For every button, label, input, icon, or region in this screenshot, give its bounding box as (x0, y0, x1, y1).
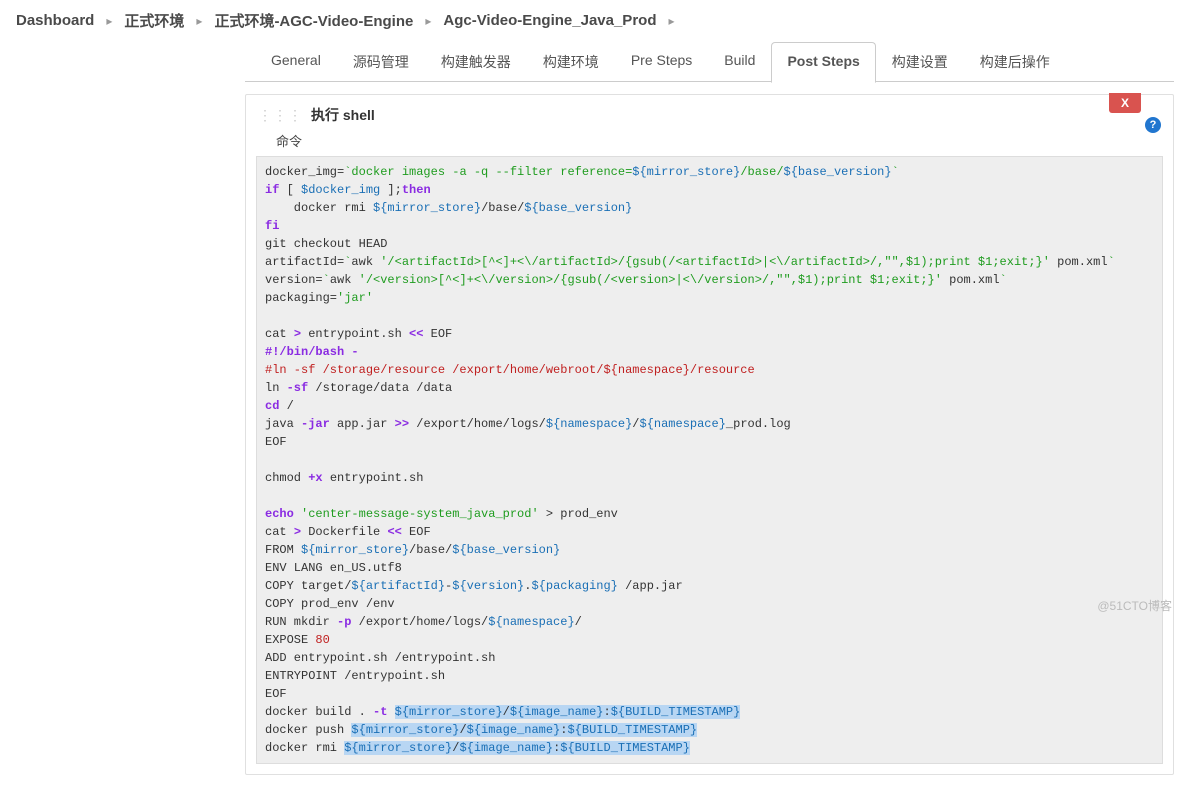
breadcrumb-item[interactable]: Agc-Video-Engine_Java_Prod (443, 12, 656, 29)
chevron-right-icon: ▸ (425, 14, 431, 28)
step-title: 执行 shell (311, 105, 375, 125)
breadcrumb-item[interactable]: Dashboard (16, 12, 94, 29)
tab-post-build[interactable]: 构建后操作 (964, 41, 1066, 82)
shell-command-textarea[interactable]: docker_img=`docker images -a -q --filter… (256, 156, 1163, 764)
help-icon[interactable]: ? (1145, 117, 1161, 133)
chevron-right-icon: ▸ (196, 14, 202, 28)
tab-build[interactable]: Build (708, 41, 771, 82)
drag-handle-icon[interactable]: ⋮⋮⋮ (258, 107, 303, 124)
tab-build-env[interactable]: 构建环境 (527, 41, 615, 82)
delete-step-button[interactable]: X (1109, 93, 1141, 113)
chevron-right-icon: ▸ (106, 14, 112, 28)
tab-build-settings[interactable]: 构建设置 (876, 41, 964, 82)
tab-scm[interactable]: 源码管理 (337, 41, 425, 82)
breadcrumb-item[interactable]: 正式环境-AGC-Video-Engine (214, 10, 413, 31)
tab-post-steps[interactable]: Post Steps (771, 42, 875, 83)
shell-step: X ? ⋮⋮⋮ 执行 shell 命令 docker_img=`docker i… (245, 94, 1174, 775)
tab-triggers[interactable]: 构建触发器 (425, 41, 527, 82)
config-tabs: General 源码管理 构建触发器 构建环境 Pre Steps Build … (245, 41, 1174, 82)
watermark: @51CTO博客 (1097, 597, 1172, 614)
tab-general[interactable]: General (255, 41, 337, 82)
tab-pre-steps[interactable]: Pre Steps (615, 41, 708, 82)
breadcrumb-item[interactable]: 正式环境 (124, 10, 184, 31)
chevron-right-icon: ▸ (668, 14, 674, 28)
command-label: 命令 (246, 131, 1173, 156)
breadcrumb: Dashboard ▸ 正式环境 ▸ 正式环境-AGC-Video-Engine… (0, 0, 1184, 41)
